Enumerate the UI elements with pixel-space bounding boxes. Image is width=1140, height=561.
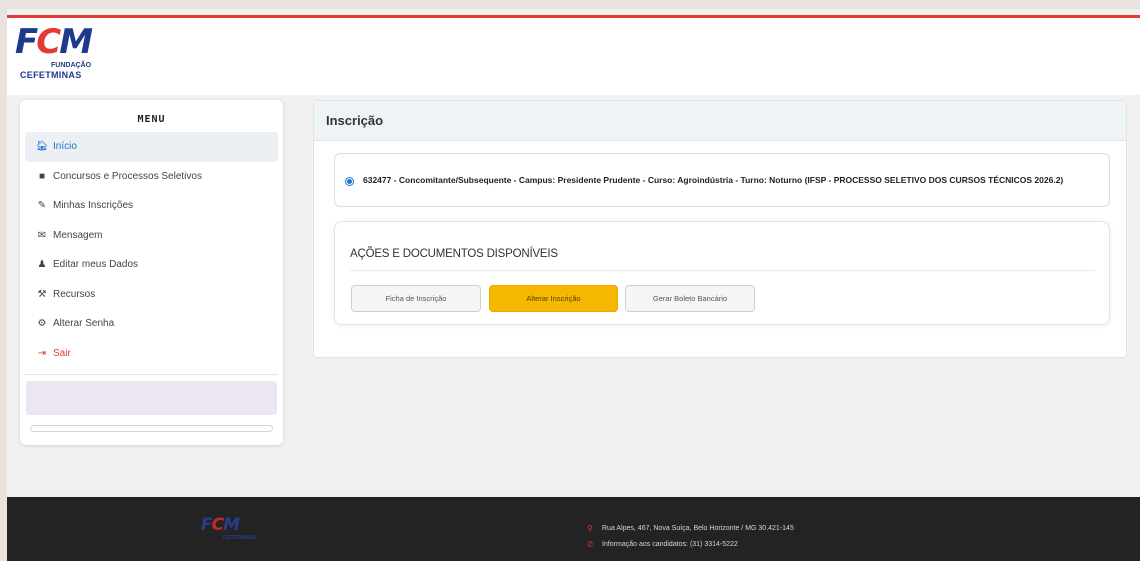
- map-pin-icon: ⚲: [587, 523, 593, 533]
- gavel-icon: ⚒: [37, 288, 47, 300]
- user-icon: ♟: [37, 259, 47, 271]
- sidebar-item-recursos[interactable]: ⚒ Recursos: [25, 280, 278, 310]
- footer-contact: ⚲ Rua Alpes, 467, Nova Suíça, Belo Horiz…: [587, 520, 794, 552]
- inscription-option[interactable]: 632477 - Concomitante/Subsequente - Camp…: [334, 153, 1110, 207]
- sidebar-item-editar-dados[interactable]: ♟ Editar meus Dados: [25, 250, 278, 280]
- actions-card: AÇÕES E DOCUMENTOS DISPONÍVEIS Ficha de …: [334, 221, 1110, 325]
- sidebar-item-label: Concursos e Processos Seletivos: [53, 170, 202, 182]
- sidebar-item-alterar-senha[interactable]: ⚙ Alterar Senha: [25, 309, 278, 339]
- actions-divider: [350, 270, 1095, 271]
- sidebar-item-concursos[interactable]: ■ Concursos e Processos Seletivos: [25, 162, 278, 192]
- actions-title: AÇÕES E DOCUMENTOS DISPONÍVEIS: [350, 248, 558, 260]
- edit-icon: ✎: [37, 200, 47, 212]
- footer-phone: Informação aos candidatos: (31) 3314-522…: [602, 540, 738, 548]
- footer-phone-row: ✆ Informação aos candidatos: (31) 3314-5…: [587, 536, 794, 552]
- sidebar-item-sair[interactable]: ⇥ Sair: [25, 339, 278, 369]
- sidebar-item-label: Sair: [53, 347, 71, 359]
- sidebar-item-mensagem[interactable]: ✉ Mensagem: [25, 221, 278, 251]
- logo-text: FCM: [15, 22, 93, 62]
- page: FCM FUNDAÇÃO CEFETMINAS MENU 🏠︎ Início ■…: [7, 9, 1140, 561]
- header: FCM FUNDAÇÃO CEFETMINAS: [7, 18, 1140, 95]
- sidebar-item-label: Início: [53, 141, 77, 153]
- sidebar-placeholder-box: [26, 381, 277, 415]
- sidebar-item-minhas-inscricoes[interactable]: ✎ Minhas Inscrições: [25, 191, 278, 221]
- sidebar-item-label: Mensagem: [53, 229, 103, 241]
- sidebar-item-label: Alterar Senha: [53, 318, 115, 330]
- footer: FCM CEFETMINAS ⚲ Rua Alpes, 467, Nova Su…: [7, 497, 1140, 561]
- logout-icon: ⇥: [37, 347, 47, 359]
- sidebar-item-inicio[interactable]: 🏠︎ Início: [25, 132, 278, 162]
- logo-sub-fundacao: FUNDAÇÃO: [51, 62, 92, 69]
- envelope-icon: ✉: [37, 229, 47, 241]
- inscription-panel: Inscrição 632477 - Concomitante/Subseque…: [313, 100, 1127, 358]
- page-title: Inscrição: [314, 101, 1126, 141]
- footer-address-row: ⚲ Rua Alpes, 467, Nova Suíça, Belo Horiz…: [587, 520, 794, 536]
- sidebar-item-label: Editar meus Dados: [53, 259, 139, 271]
- footer-address: Rua Alpes, 467, Nova Suíça, Belo Horizon…: [602, 524, 794, 532]
- footer-logo-sub: CEFETMINAS: [223, 535, 256, 541]
- sidebar-scroll-bar[interactable]: [30, 425, 273, 432]
- ficha-inscricao-button[interactable]: Ficha de Inscrição: [351, 285, 481, 312]
- gear-icon: ⚙: [37, 318, 47, 330]
- gerar-boleto-button[interactable]: Gerar Boleto Bancário: [625, 285, 755, 312]
- phone-icon: ✆: [587, 539, 594, 549]
- sidebar-menu: MENU 🏠︎ Início ■ Concursos e Processos S…: [20, 100, 283, 445]
- logo-sub-cefetminas: CEFETMINAS: [20, 70, 82, 80]
- home-icon: 🏠︎: [35, 141, 49, 153]
- fcm-logo[interactable]: FCM FUNDAÇÃO CEFETMINAS: [15, 24, 93, 90]
- alterar-inscricao-button[interactable]: Alterar Inscrição: [489, 285, 618, 312]
- sidebar-divider: [25, 374, 278, 375]
- sidebar-item-label: Recursos: [53, 288, 96, 300]
- radio-dot: [347, 178, 352, 184]
- footer-logo[interactable]: FCM: [201, 515, 240, 535]
- folder-icon: ■: [38, 170, 46, 182]
- sidebar-item-label: Minhas Inscrições: [53, 200, 134, 212]
- inscription-radio[interactable]: [345, 176, 354, 186]
- inscription-description: 632477 - Concomitante/Subsequente - Camp…: [363, 175, 1064, 185]
- menu-title: MENU: [137, 114, 166, 125]
